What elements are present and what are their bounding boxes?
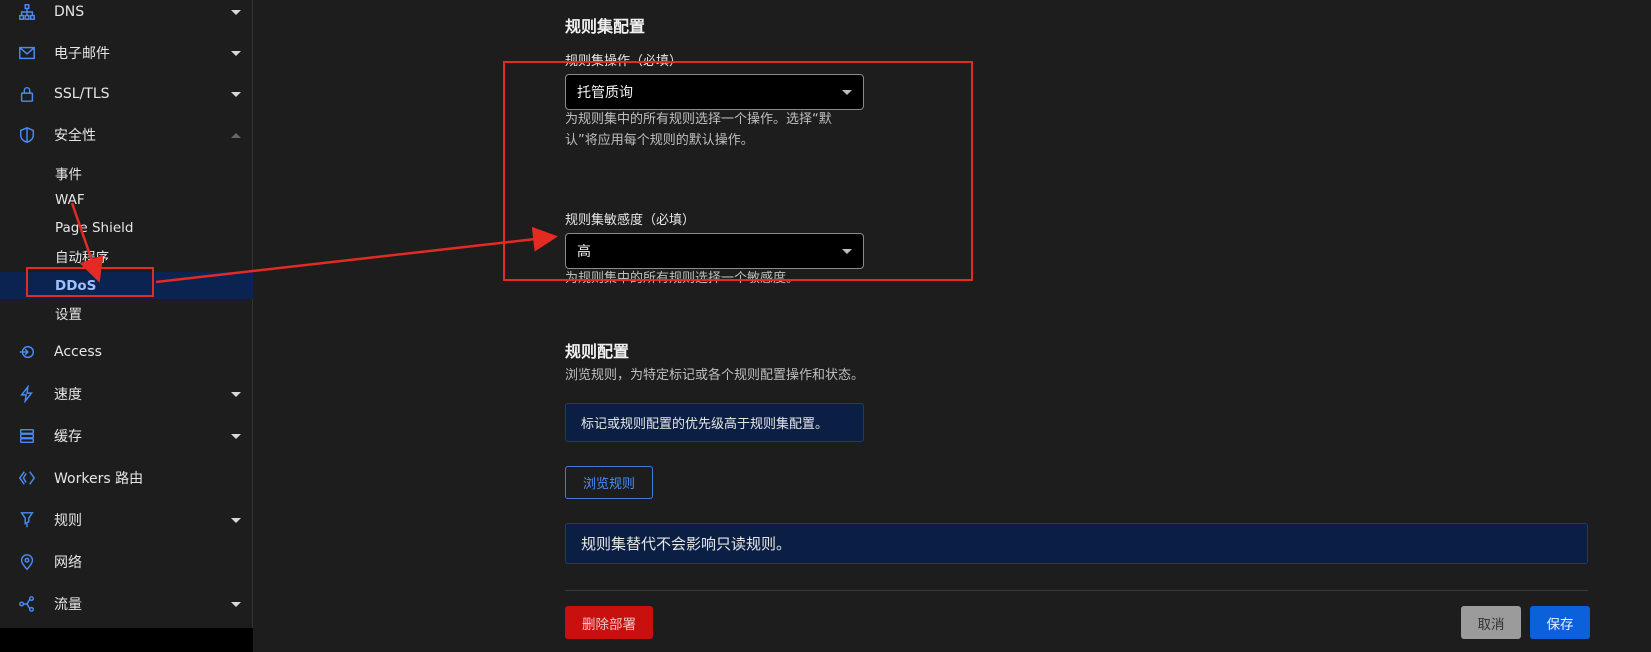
sidebar: DNS 电子邮件 SSL/TLS 安全性 事件 WAF Page Shield … xyxy=(0,0,253,628)
readonly-info-box: 规则集替代不会影响只读规则。 xyxy=(565,523,1588,564)
chevron-down-icon xyxy=(231,433,241,439)
sidebar-item-ssl-tls[interactable]: SSL/TLS xyxy=(0,74,253,114)
sidebar-item-label: Workers 路由 xyxy=(54,471,144,487)
sidebar-item-cache[interactable]: 缓存 xyxy=(0,416,253,456)
chevron-down-icon xyxy=(231,517,241,523)
ruleset-config-title: 规则集配置 xyxy=(565,17,646,36)
access-icon xyxy=(17,342,37,362)
dns-network-icon xyxy=(17,2,37,22)
sidebar-item-network[interactable]: 网络 xyxy=(0,542,253,582)
sidebar-item-label: 网络 xyxy=(54,555,82,571)
sidebar-item-label: 安全性 xyxy=(54,128,96,144)
sidebar-item-label: 速度 xyxy=(54,387,82,403)
sidebar-item-label: 电子邮件 xyxy=(54,46,110,62)
sidebar-subitem-label: 自动程序 xyxy=(55,250,109,266)
sidebar-item-email[interactable]: 电子邮件 xyxy=(0,33,253,73)
rules-icon xyxy=(17,510,37,530)
cancel-button[interactable]: 取消 xyxy=(1461,606,1521,639)
shield-icon xyxy=(17,125,37,145)
cache-icon xyxy=(17,426,37,446)
annotation-highlight-box xyxy=(503,61,973,281)
sidebar-item-dns[interactable]: DNS xyxy=(0,0,253,32)
sidebar-item-speed[interactable]: 速度 xyxy=(0,374,253,414)
chevron-down-icon xyxy=(231,9,241,15)
rule-config-title: 规则配置 xyxy=(565,342,630,361)
sidebar-subitem-label: WAF xyxy=(55,192,85,208)
sidebar-subitem-page-shield[interactable]: Page Shield xyxy=(0,215,253,241)
chevron-down-icon xyxy=(231,601,241,607)
sidebar-item-label: 缓存 xyxy=(54,429,82,445)
chevron-up-icon xyxy=(231,132,241,138)
sidebar-footer xyxy=(0,628,253,652)
sidebar-item-label: Access xyxy=(54,344,102,360)
sidebar-item-workers-routes[interactable]: Workers 路由 xyxy=(0,458,253,498)
sidebar-item-label: 规则 xyxy=(54,513,82,529)
sidebar-subitem-events[interactable]: 事件 xyxy=(0,160,253,186)
chevron-down-icon xyxy=(231,50,241,56)
sidebar-item-traffic[interactable]: 流量 xyxy=(0,584,253,624)
save-button[interactable]: 保存 xyxy=(1530,606,1590,639)
sidebar-item-security[interactable]: 安全性 xyxy=(0,115,253,155)
traffic-icon xyxy=(17,594,37,614)
sidebar-item-rules[interactable]: 规则 xyxy=(0,500,253,540)
sidebar-subitem-label: 设置 xyxy=(55,307,82,323)
lock-icon xyxy=(17,84,37,104)
sidebar-item-access[interactable]: Access xyxy=(0,332,253,372)
sidebar-subitem-bots[interactable]: 自动程序 xyxy=(0,243,253,269)
delete-deployment-button[interactable]: 删除部署 xyxy=(565,606,653,639)
rule-config-description: 浏览规则，为特定标记或各个规则配置操作和状态。 xyxy=(565,368,865,383)
readonly-info-text: 规则集替代不会影响只读规则。 xyxy=(581,535,792,553)
sidebar-subitem-settings[interactable]: 设置 xyxy=(0,300,253,326)
sidebar-subitem-label: Page Shield xyxy=(55,220,134,236)
email-icon xyxy=(17,43,37,63)
priority-info-box: 标记或规则配置的优先级高于规则集配置。 xyxy=(565,403,864,442)
sidebar-item-label: SSL/TLS xyxy=(54,86,110,102)
sidebar-item-label: 流量 xyxy=(54,597,82,613)
sidebar-subitem-waf[interactable]: WAF xyxy=(0,187,253,213)
chevron-down-icon xyxy=(231,391,241,397)
priority-info-text: 标记或规则配置的优先级高于规则集配置。 xyxy=(581,417,829,432)
sidebar-item-label: DNS xyxy=(54,4,85,20)
chevron-down-icon xyxy=(231,91,241,97)
workers-icon xyxy=(17,468,37,488)
lightning-icon xyxy=(17,384,37,404)
location-pin-icon xyxy=(17,552,37,572)
footer-divider xyxy=(565,590,1588,591)
browse-rules-button[interactable]: 浏览规则 xyxy=(565,466,653,499)
sidebar-subitem-label: 事件 xyxy=(55,167,82,183)
annotation-ddos-box xyxy=(26,267,154,297)
